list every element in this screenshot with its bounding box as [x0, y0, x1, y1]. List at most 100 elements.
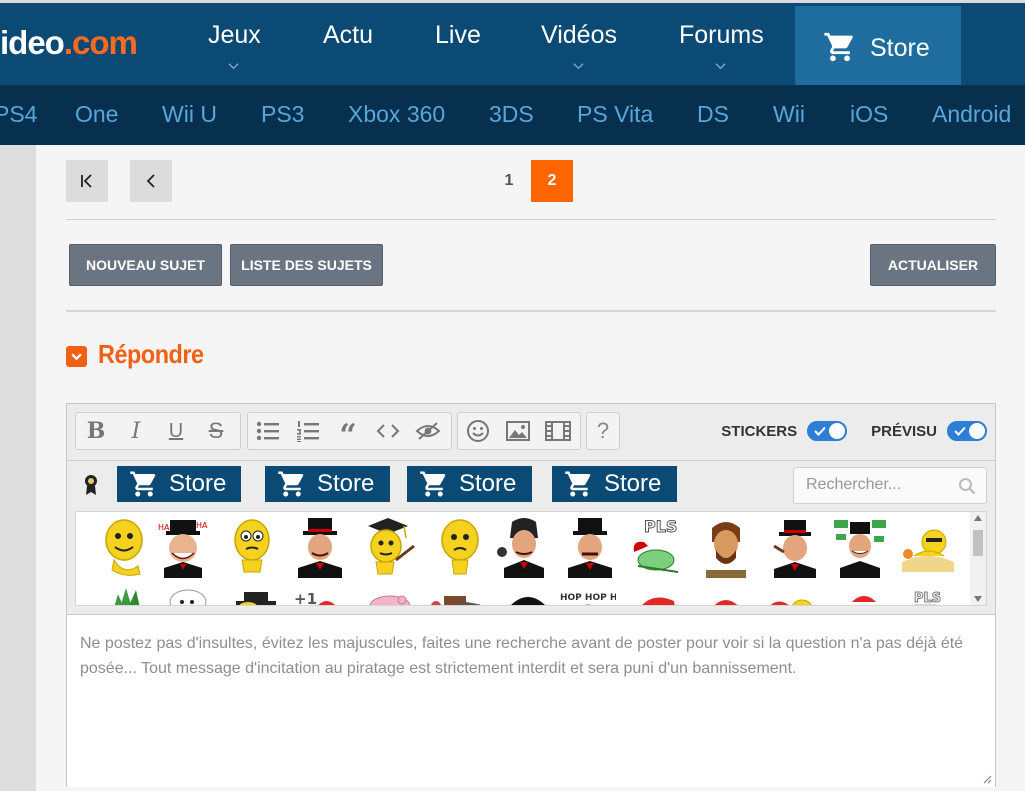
cart-icon [824, 32, 853, 62]
sticker-santa-smiley[interactable] [762, 588, 818, 606]
sticker-tab-store[interactable]: Store [407, 466, 532, 502]
sticker-hop-hop-hop[interactable]: HOP HOP HOP [560, 588, 616, 606]
sticker-plant[interactable] [106, 588, 162, 606]
sticker-risitas-hat[interactable] [292, 516, 348, 578]
sticker-tab-store[interactable]: Store [117, 466, 241, 502]
stickers-toggle[interactable] [807, 421, 848, 441]
platform-xbox360[interactable]: Xbox 360 [348, 101, 445, 128]
sticker-money-man[interactable] [832, 516, 888, 578]
scrollbar-thumb[interactable] [973, 530, 983, 556]
platform-ios[interactable]: iOS [850, 101, 888, 128]
sticker-panel: HA HA PLS +1 HOP HOP HOP PLS [75, 511, 987, 606]
sticker-chef[interactable] [160, 588, 216, 606]
reply-title: Répondre [98, 338, 204, 369]
resize-handle-icon[interactable] [982, 774, 992, 784]
chevron-down-icon [715, 63, 726, 70]
sticker-santa-bird[interactable] [698, 588, 754, 606]
chevron-down-icon [573, 63, 584, 70]
strike-icon[interactable]: S [196, 413, 236, 449]
prev-page-icon [146, 174, 155, 188]
sticker-smiley[interactable] [100, 516, 156, 578]
platform-android[interactable]: Android [932, 101, 1011, 128]
sticker-risitas-laugh[interactable]: HA HA [156, 516, 212, 578]
sticker-bearded-man[interactable] [698, 516, 754, 578]
stickers-toggle-label: STICKERS [721, 422, 798, 440]
sticker-gavel[interactable] [428, 588, 484, 606]
first-page-icon [81, 174, 92, 188]
divider [66, 310, 996, 312]
quote-icon[interactable]: “ [328, 413, 368, 451]
page-1-link[interactable]: 1 [488, 160, 530, 202]
sticker-hat-smiley[interactable] [228, 588, 284, 606]
sticker-santa-hat-smiley[interactable] [836, 588, 892, 606]
reply-editor: B I U S “ ? STICKERS PRÉVISU Store Store… [66, 403, 996, 787]
sticker-beach-smiley[interactable] [900, 516, 956, 578]
new-topic-button[interactable]: NOUVEAU SUJET [69, 244, 222, 286]
refresh-button[interactable]: ACTUALISER [870, 244, 996, 286]
sticker-tab-store[interactable]: Store [552, 466, 677, 502]
numbered-list-icon[interactable] [288, 413, 328, 449]
nav-item-jeux[interactable]: Jeux [208, 21, 261, 70]
message-textarea[interactable]: Ne postez pas d'insultes, évitez les maj… [67, 614, 995, 787]
site-logo[interactable]: ideo.com [0, 24, 138, 62]
nav-item-forums[interactable]: Forums [679, 21, 764, 70]
nav-item-live[interactable]: Live [435, 21, 481, 50]
platform-3ds[interactable]: 3DS [489, 101, 534, 128]
scroll-up-icon[interactable] [974, 515, 982, 521]
image-icon[interactable] [498, 413, 538, 449]
preview-toggle[interactable] [947, 421, 987, 441]
media-toolbar [457, 412, 581, 450]
chevron-down-icon [66, 345, 87, 367]
platform-ps4[interactable]: PS4 [0, 101, 37, 128]
prev-page-button[interactable] [130, 160, 172, 202]
first-page-button[interactable] [66, 160, 108, 202]
cart-icon [130, 471, 156, 497]
topic-list-button[interactable]: LISTE DES SUJETS [230, 244, 383, 286]
message-placeholder: Ne postez pas d'insultes, évitez les maj… [80, 635, 964, 677]
sticker-scrollbar[interactable] [970, 512, 986, 605]
cart-icon [565, 471, 591, 497]
platform-wii[interactable]: Wii [773, 101, 805, 128]
sticker-pls-2[interactable]: PLS [900, 588, 956, 606]
help-icon[interactable]: ? [587, 413, 619, 449]
nav-item-videos[interactable]: Vidéos [541, 21, 617, 70]
sticker-tab-store[interactable]: Store [265, 466, 390, 502]
platform-psvita[interactable]: PS Vita [577, 101, 653, 128]
sticker-graduate-smiley[interactable] [362, 516, 418, 578]
sticker-search-input[interactable]: Rechercher... [793, 467, 987, 504]
sticker-pig[interactable] [362, 588, 418, 606]
underline-icon[interactable]: U [156, 413, 196, 449]
cart-icon [420, 471, 446, 497]
sticker-santa[interactable] [632, 588, 688, 606]
svg-text:PLS: PLS [644, 517, 677, 536]
code-icon[interactable] [368, 413, 408, 449]
sticker-pls[interactable]: PLS [628, 516, 684, 578]
help-toolbar: ? [586, 412, 620, 450]
platform-ds[interactable]: DS [697, 101, 729, 128]
spoiler-icon[interactable] [408, 413, 448, 449]
sticker-smiley-sad[interactable] [434, 516, 490, 578]
bullet-list-icon[interactable] [248, 413, 288, 449]
sticker-hair-man[interactable] [496, 516, 552, 578]
nav-store[interactable]: Store [795, 6, 961, 88]
platform-wiiu[interactable]: Wii U [162, 101, 217, 128]
divider [66, 219, 996, 220]
scroll-down-icon[interactable] [974, 596, 982, 602]
nav-item-actu[interactable]: Actu [323, 21, 373, 50]
platform-ps3[interactable]: PS3 [261, 101, 304, 128]
platform-one[interactable]: One [75, 101, 118, 128]
ribbon-icon[interactable] [83, 473, 99, 497]
smiley-icon[interactable] [458, 413, 498, 449]
sticker-plus-one[interactable]: +1 [292, 588, 348, 606]
bold-icon[interactable]: B [76, 413, 116, 449]
svg-text:HOP HOP HOP: HOP HOP HOP [560, 593, 616, 603]
reply-heading[interactable]: Répondre [66, 336, 215, 372]
svg-text:HA: HA [196, 521, 208, 530]
sticker-risitas-angry[interactable] [562, 516, 618, 578]
sticker-smiley-nervous[interactable] [226, 516, 282, 578]
sticker-dark-hair[interactable] [500, 588, 556, 606]
italic-icon[interactable]: I [116, 413, 156, 449]
sticker-risitas-cigar[interactable] [766, 516, 822, 578]
svg-text:PLS: PLS [914, 591, 941, 606]
video-icon[interactable] [538, 413, 578, 449]
